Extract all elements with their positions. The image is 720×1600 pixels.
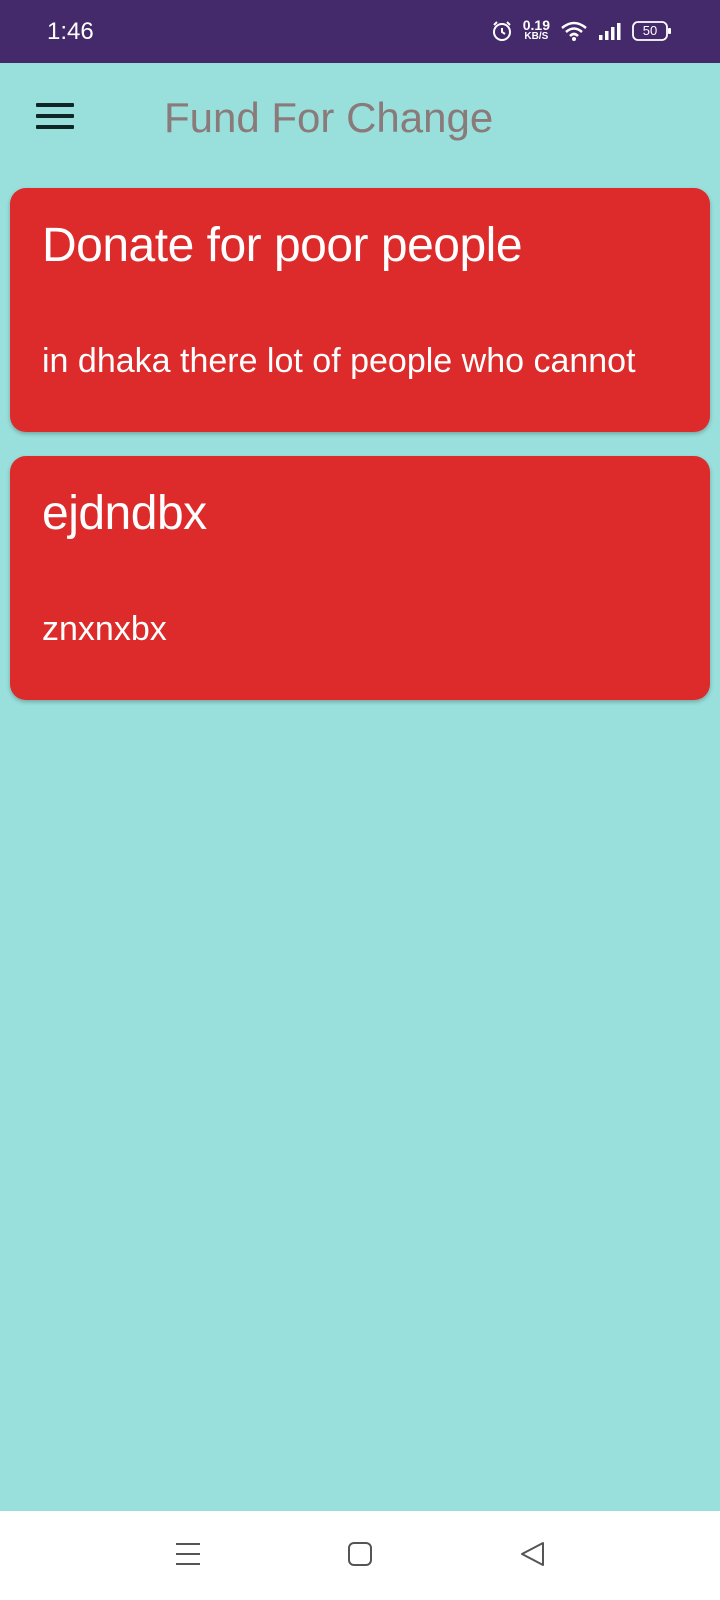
hamburger-menu-icon[interactable] xyxy=(36,103,76,133)
fundraiser-card[interactable]: Donate for poor people in dhaka there lo… xyxy=(10,188,710,432)
status-bar: 1:46 0.19 KB/S 50 xyxy=(0,0,720,63)
signal-icon xyxy=(598,21,622,41)
wifi-icon xyxy=(560,20,588,42)
card-title: Donate for poor people xyxy=(42,219,523,272)
battery-icon: 50 xyxy=(632,20,672,42)
card-description: in dhaka there lot of people who cannot xyxy=(42,342,636,380)
battery-level: 50 xyxy=(642,23,658,38)
home-icon[interactable] xyxy=(347,1541,373,1572)
recents-icon[interactable] xyxy=(175,1541,201,1572)
back-icon[interactable] xyxy=(519,1541,545,1572)
navigation-bar xyxy=(0,1511,720,1600)
app-title: Fund For Change xyxy=(164,94,494,141)
alarm-icon xyxy=(491,20,513,42)
app-bar: Fund For Change xyxy=(0,63,720,175)
status-time: 1:46 xyxy=(47,18,94,45)
status-icons: 0.19 KB/S 50 xyxy=(491,14,672,48)
card-description: znxnxbx xyxy=(42,610,167,648)
net-speed-value: 0.19 xyxy=(522,17,550,33)
net-speed: 0.19 KB/S xyxy=(522,17,550,42)
net-speed-unit: KB/S xyxy=(524,31,549,42)
card-title: ejdndbx xyxy=(42,487,207,540)
fundraiser-card[interactable]: ejdndbx znxnxbx xyxy=(10,456,710,700)
